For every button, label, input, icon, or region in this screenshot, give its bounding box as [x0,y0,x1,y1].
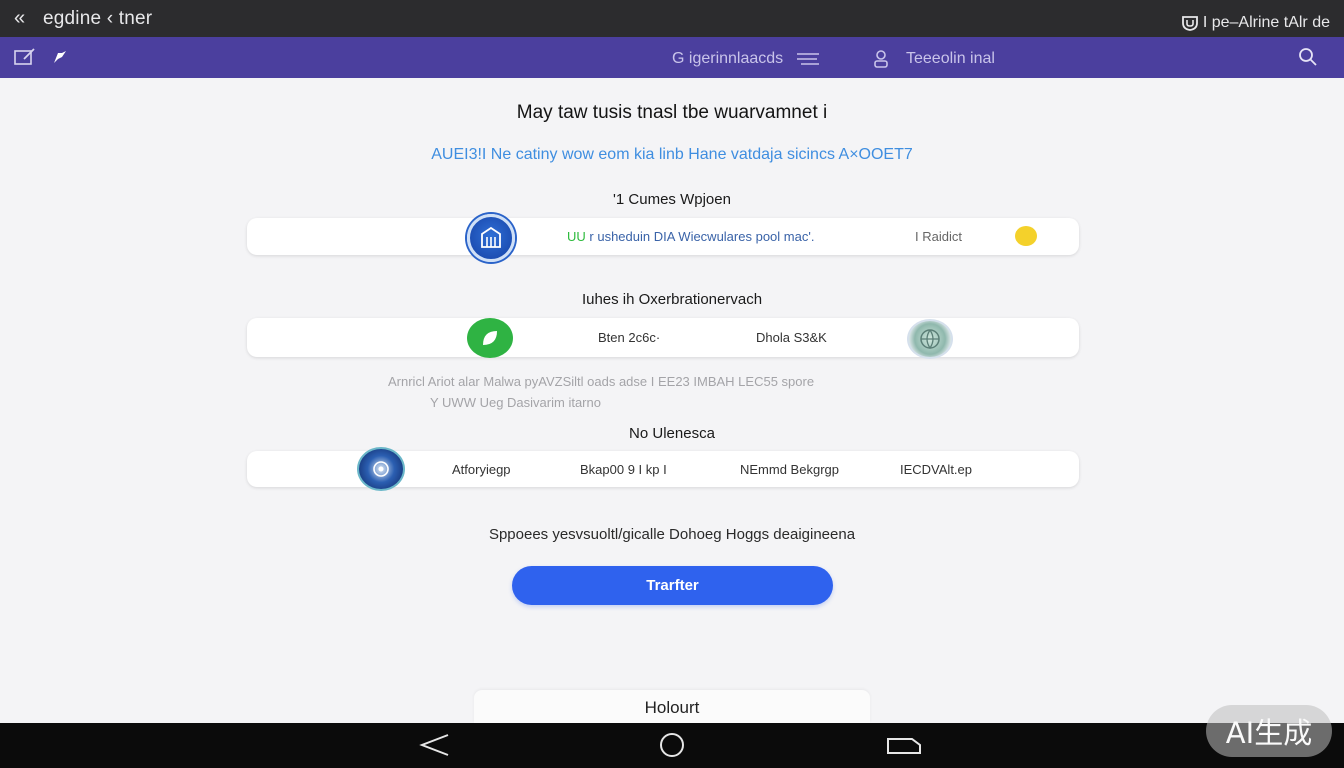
option-card-2[interactable]: Bten 2c6c· Dhola S3&K [247,318,1079,359]
nav-left-icons [14,48,68,66]
card1-description: UU r usheduin DIA Wiecwulares pool mac'. [567,229,814,244]
card3-item[interactable]: Atforyiegp [452,462,511,477]
search-icon[interactable] [1298,47,1318,67]
card2-item-b[interactable]: Dhola S3&K [756,330,827,345]
window-title: egdine ‹ tner [43,8,153,29]
pen-icon[interactable] [52,49,68,65]
card3-item[interactable]: NEmmd Bekgrgp [740,462,839,477]
option-card-3[interactable]: Atforyiegp Bkap00 9 I kp I NEmmd Bekgrgp… [247,447,1079,491]
nav-recents-icon[interactable] [884,731,924,759]
system-nav-bar [0,723,1344,768]
info-note-line1: Arnricl Ariot alar Malwa pyAVZSiltl oads… [388,374,815,389]
nav-tab-secondary-label: Teeeolin inal [906,50,995,67]
list-icon [797,53,820,65]
card3-item[interactable]: Bkap00 9 I kp I [580,462,667,477]
secondary-button[interactable]: Holourt [474,690,870,723]
section2-title: Iuhes ih Oxerbrationervach [581,291,763,308]
card2-item-a[interactable]: Bten 2c6c· [598,330,660,345]
nav-home-icon[interactable] [658,731,686,759]
network-icon [357,447,405,491]
status-dot-icon [1015,226,1037,246]
card1-text: r usheduin DIA Wiecwulares pool mac'. [589,229,815,244]
leaf-icon [467,318,513,358]
top-right-label: I pe–Alrine tAlr de [1202,14,1330,31]
user-icon [874,50,888,68]
card1-radio-label[interactable]: I Raidict [915,229,962,244]
transfer-button[interactable]: Trarfter [512,566,833,605]
nav-back-icon[interactable] [418,731,452,759]
nav-bar: G igerinnlaacds Teeeolin inal [0,37,1344,78]
info-note-line2: Y UWW Ueg Dasivarim itarno [430,395,601,410]
helper-text: Sppoees yesvsuoltl/gicalle Dohoeg Hoggs … [488,526,856,543]
shield-icon [1181,16,1198,31]
card3-item[interactable]: IECDVAlt.ep [900,462,972,477]
nav-tab-secondary[interactable]: Teeeolin inal [872,49,995,69]
section3-title: No Ulenesca [629,425,715,442]
nav-tab-primary-label: G igerinnlaacds [672,50,784,67]
card1-tag: UU [567,229,586,244]
building-icon [467,214,515,262]
ai-watermark-badge: AI生成 [1206,705,1332,757]
top-status-bar: « egdine ‹ tner I pe–Alrine tAlr de [0,0,1344,37]
globe-icon [907,319,953,359]
page-title: May taw tusis tnasl tbe wuarvamnet i [516,102,828,123]
page-subtitle-link[interactable]: AUEI3!I Ne catiny wow eom kia linb Hane … [0,146,1344,164]
section1-title: '1 Cumes Wpjoen [613,191,731,208]
edit-icon[interactable] [14,48,36,66]
option-card-1[interactable]: UU r usheduin DIA Wiecwulares pool mac'.… [247,214,1079,262]
top-right-info: I pe–Alrine tAlr de [1181,14,1330,32]
nav-tab-primary[interactable]: G igerinnlaacds [672,50,821,68]
back-icon[interactable]: « [14,8,25,28]
